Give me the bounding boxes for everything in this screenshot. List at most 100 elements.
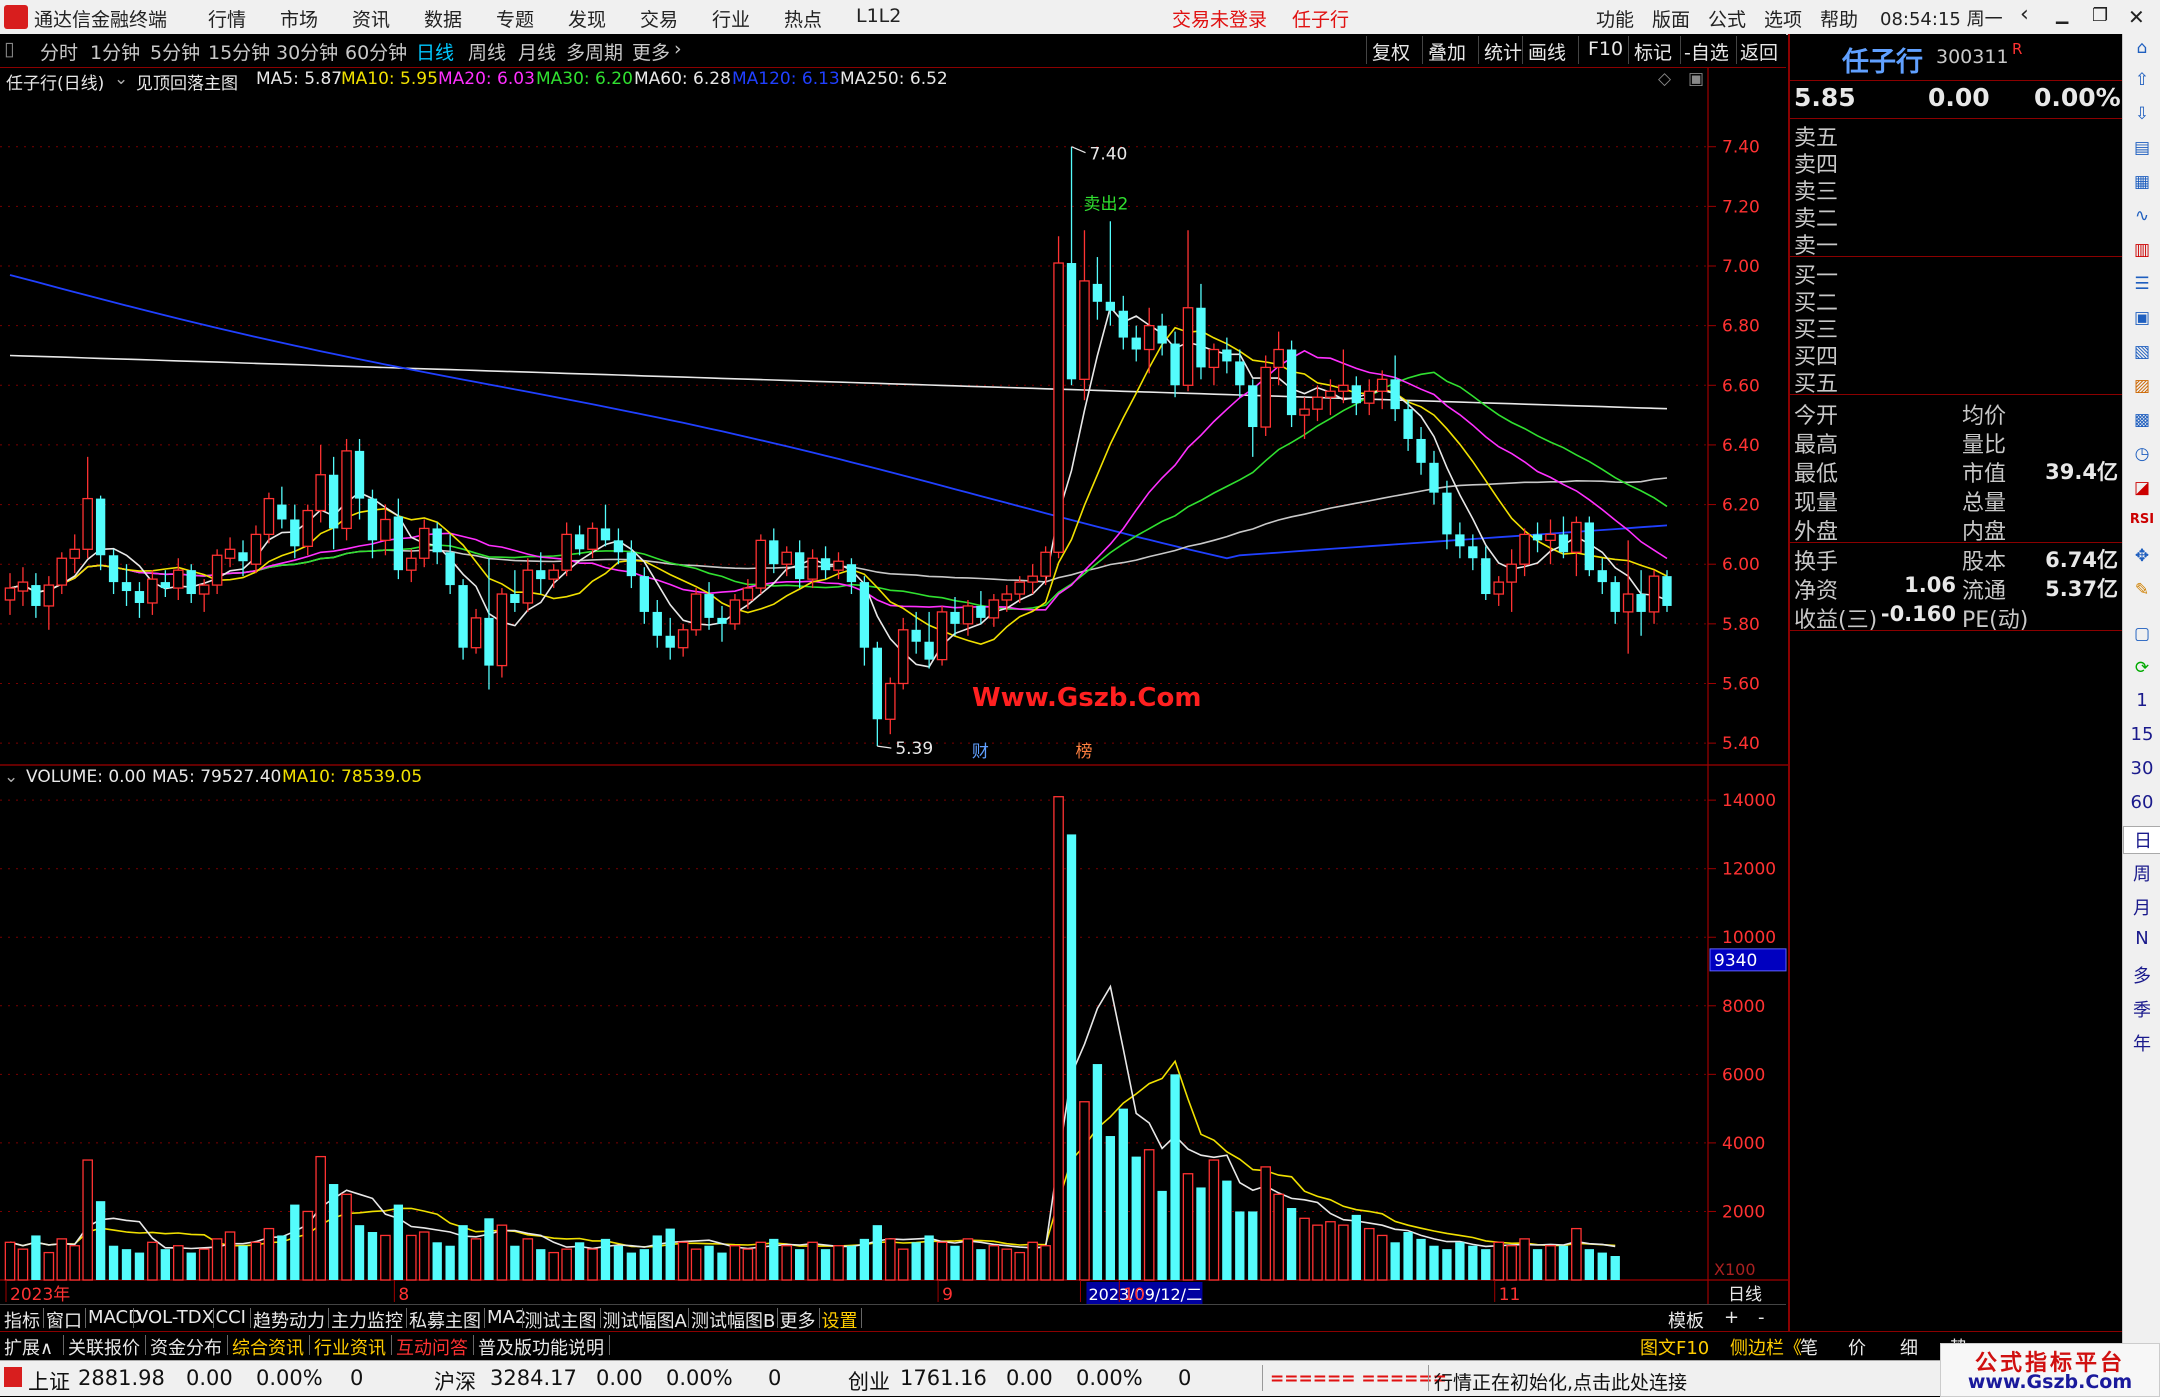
tf-week[interactable]: 周 <box>2123 860 2160 886</box>
side-tab[interactable]: 图文F10 <box>1640 1334 1709 1360</box>
side-tab[interactable]: 价 <box>1848 1334 1866 1360</box>
period-30min[interactable]: 30分钟 <box>276 38 338 65</box>
menu-gongneng[interactable]: 功能 <box>1596 5 1634 32</box>
menu-bangzhu[interactable]: 帮助 <box>1820 5 1858 32</box>
period-more[interactable]: 更多 <box>632 38 670 65</box>
indicator-tab[interactable]: 趋势动力 <box>253 1307 325 1333</box>
f5-icon[interactable]: ▢ <box>2129 624 2155 646</box>
tool-diejia[interactable]: 叠加 <box>1428 38 1466 65</box>
menu-gongshi[interactable]: 公式 <box>1708 5 1746 32</box>
grid-icon[interactable]: ▦ <box>2129 172 2155 194</box>
menu-zhuanti[interactable]: 专题 <box>496 5 534 32</box>
rsi-icon[interactable]: RSI <box>2129 512 2155 534</box>
pencil-icon[interactable]: ✎ <box>2129 580 2155 602</box>
side-tab[interactable]: 细 <box>1900 1334 1918 1360</box>
menu-faxian[interactable]: 发现 <box>568 5 606 32</box>
tool-biaoji[interactable]: 标记 <box>1634 38 1672 65</box>
period-monthly[interactable]: 月线 <box>518 38 556 65</box>
tool-zixuan[interactable]: -自选 <box>1684 38 1729 65</box>
panel-toggle-icon[interactable]: ▯ <box>4 38 14 60</box>
remove-pane-button[interactable]: - <box>1758 1307 1765 1328</box>
extension-tab[interactable]: 普及版功能说明 <box>478 1334 604 1360</box>
side-tab[interactable]: 侧边栏《 <box>1730 1334 1802 1360</box>
extension-tab[interactable]: 综合资讯 <box>232 1334 304 1360</box>
period-weekly[interactable]: 周线 <box>468 38 506 65</box>
tf-1min[interactable]: 1 <box>2123 690 2160 711</box>
indicator-icon[interactable]: ◪ <box>2129 478 2155 500</box>
indicator-tab[interactable]: CCI <box>216 1307 246 1328</box>
menu-jiaoyi[interactable]: 交易 <box>640 5 678 32</box>
period-fenshi[interactable]: 分时 <box>40 38 78 65</box>
connection-message[interactable]: 行情正在初始化,点击此处连接 <box>1434 1368 1687 1395</box>
tf-year[interactable]: 年 <box>2123 1030 2160 1056</box>
add-pane-button[interactable]: + <box>1724 1307 1739 1328</box>
info-icon[interactable]: ▨ <box>2129 376 2155 398</box>
tf-quarter[interactable]: 季 <box>2123 996 2160 1022</box>
period-60min[interactable]: 60分钟 <box>345 38 407 65</box>
menu-hangye[interactable]: 行业 <box>712 5 750 32</box>
menu-hangqing[interactable]: 行情 <box>208 5 246 32</box>
period-multi[interactable]: 多周期 <box>566 38 623 65</box>
menu-l1l2[interactable]: L1L2 <box>856 5 901 27</box>
clock-icon[interactable]: ◷ <box>2129 444 2155 466</box>
tf-day[interactable]: 日 <box>2123 826 2160 854</box>
period-1min[interactable]: 1分钟 <box>90 38 140 65</box>
tf-60min[interactable]: 60 <box>2123 792 2160 813</box>
trend-icon[interactable]: ∿ <box>2129 206 2155 228</box>
extension-tab[interactable]: 资金分布 <box>150 1334 222 1360</box>
template-button[interactable]: 模板 <box>1668 1307 1704 1333</box>
indicator-tab[interactable]: 测试主图 <box>525 1307 597 1333</box>
indicator-tab[interactable]: 主力监控 <box>331 1307 403 1333</box>
tf-n[interactable]: N <box>2123 928 2160 949</box>
kline-chart[interactable]: 7.40 7.20 7.00 6.80 6.60 6.40 6.20 6.00 5.80 5.60… <box>0 68 1788 1304</box>
period-5min[interactable]: 5分钟 <box>150 38 200 65</box>
indicator-tab[interactable]: 更多 <box>780 1307 816 1333</box>
menu-shuju[interactable]: 数据 <box>424 5 462 32</box>
sh-name[interactable]: 上证 <box>28 1366 70 1396</box>
indicator-tab[interactable]: 窗口 <box>46 1307 82 1333</box>
indicator-tab[interactable]: MA2 <box>487 1307 526 1328</box>
indicator-tab[interactable]: 指标 <box>4 1307 40 1333</box>
chart-icon[interactable]: ▤ <box>2129 138 2155 160</box>
extension-tab[interactable]: 互动问答 <box>396 1334 468 1360</box>
chevron-right-icon[interactable]: › <box>674 38 682 60</box>
tool-fanhui[interactable]: 返回 <box>1740 38 1778 65</box>
menu-zixun[interactable]: 资讯 <box>352 5 390 32</box>
side-tab[interactable]: 笔 <box>1800 1334 1818 1360</box>
indicator-tab[interactable]: 设置 <box>822 1307 858 1333</box>
arrow-down-icon[interactable]: ⇩ <box>2129 104 2155 126</box>
menu-xuanxiang[interactable]: 选项 <box>1764 5 1802 32</box>
extension-tab[interactable]: 扩展∧ <box>4 1334 53 1360</box>
close-icon[interactable]: ✕ <box>2128 5 2145 29</box>
maximize-icon[interactable]: ❐ <box>2092 5 2108 26</box>
f10-icon[interactable]: ▣ <box>2129 308 2155 330</box>
tf-15min[interactable]: 15 <box>2123 724 2160 745</box>
tf-month[interactable]: 月 <box>2123 894 2160 920</box>
tool-tongji[interactable]: 统计 <box>1484 38 1522 65</box>
hs-name[interactable]: 沪深 <box>434 1366 476 1396</box>
arrow-up-icon[interactable]: ⇧ <box>2129 70 2155 92</box>
home-icon[interactable]: ⌂ <box>2129 38 2155 60</box>
refresh-icon[interactable]: ⟳ <box>2129 658 2155 680</box>
tool-huaxian[interactable]: 画线 <box>1528 38 1566 65</box>
indicator-tab[interactable]: 私募主图 <box>409 1307 481 1333</box>
indicator-tab[interactable]: 测试幅图A <box>603 1307 687 1333</box>
back-icon[interactable]: ‹ <box>2020 2 2029 27</box>
indicator-tab[interactable]: VOL-TDX <box>136 1307 214 1328</box>
tool-fuquan[interactable]: 复权 <box>1372 38 1410 65</box>
list-icon[interactable]: ☰ <box>2129 274 2155 296</box>
tool-f10[interactable]: F10 <box>1588 38 1623 60</box>
f12-icon[interactable]: ▩ <box>2129 410 2155 432</box>
login-status[interactable]: 交易未登录 <box>1172 5 1267 32</box>
move-icon[interactable]: ✥ <box>2129 546 2155 568</box>
menu-redian[interactable]: 热点 <box>784 5 822 32</box>
extension-tab[interactable]: 行业资讯 <box>314 1334 386 1360</box>
menu-shichang[interactable]: 市场 <box>280 5 318 32</box>
tf-30min[interactable]: 30 <box>2123 758 2160 779</box>
cy-name[interactable]: 创业 <box>848 1366 890 1396</box>
extension-tab[interactable]: 关联报价 <box>68 1334 140 1360</box>
period-15min[interactable]: 15分钟 <box>208 38 270 65</box>
candle-icon[interactable]: ▥ <box>2129 240 2155 262</box>
indicator-tab[interactable]: 测试幅图B <box>691 1307 775 1333</box>
tf-multi[interactable]: 多 <box>2123 962 2160 988</box>
